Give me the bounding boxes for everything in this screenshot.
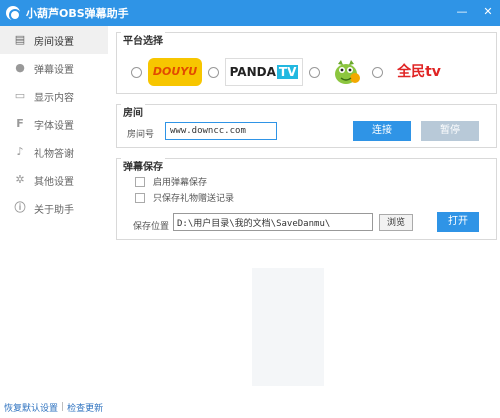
platform-option-douyu[interactable]: DOUYU (131, 58, 202, 86)
danmu-save-group: 弹幕保存 启用弹幕保存 只保存礼物赠送记录 保存位置 D:\用户目录\我的文档\… (116, 158, 497, 240)
info-icon: ⓘ (14, 201, 26, 214)
connect-button[interactable]: 连接 (353, 121, 411, 141)
title-bar: 小葫芦OBS弹幕助手 — ✕ (0, 0, 500, 26)
sidebar-item-gift-thanks[interactable]: ♪ 礼物答谢 (0, 138, 108, 166)
sidebar-item-font-settings[interactable]: F 字体设置 (0, 110, 108, 138)
sidebar-item-other-settings[interactable]: ✲ 其他设置 (0, 166, 108, 194)
quanmin-radio[interactable] (372, 66, 383, 78)
restore-defaults-link[interactable]: 恢复默认设置 (4, 401, 58, 414)
sidebar-item-label: 显示内容 (34, 92, 74, 104)
sidebar-item-label: 房间设置 (34, 36, 74, 48)
panda-logo: PANDA TV (225, 58, 303, 86)
browse-button[interactable]: 浏览 (379, 214, 413, 231)
footer-bar: 恢复默认设置 | 检查更新 (0, 396, 500, 418)
footer-separator: | (61, 402, 65, 412)
open-button[interactable]: 打开 (437, 212, 479, 232)
minimize-button[interactable]: — (456, 6, 468, 18)
sidebar-item-label: 关于助手 (34, 204, 74, 216)
sidebar-item-room-settings[interactable]: ▤ 房间设置 (0, 26, 108, 54)
quanmin-logo: 全民tv (397, 64, 441, 80)
platform-option-quanmin[interactable]: 全民tv (372, 58, 449, 86)
room-number-label: 房间号 (127, 130, 155, 140)
save-path-label: 保存位置 (133, 222, 170, 232)
platform-group-title: 平台选择 (121, 32, 165, 47)
gift-only-option[interactable]: 只保存礼物赠送记录 (135, 191, 234, 204)
pause-button[interactable]: 暂停 (421, 121, 479, 141)
sidebar-item-danmu-settings[interactable]: ● 弹幕设置 (0, 54, 108, 82)
font-icon: F (16, 117, 24, 130)
window-title: 小葫芦OBS弹幕助手 (26, 7, 129, 20)
enable-save-option[interactable]: 启用弹幕保存 (135, 175, 207, 188)
platform-group: 平台选择 DOUYU PANDA TV 全民tv (116, 32, 497, 94)
sidebar-item-label: 礼物答谢 (34, 148, 74, 160)
room-group-title: 房间 (121, 104, 145, 119)
check-update-link[interactable]: 检查更新 (67, 401, 103, 414)
background-watermark (252, 268, 324, 386)
room-group: 房间 房间号 www.downcc.com 连接 暂停 (116, 104, 497, 148)
gift-only-checkbox[interactable] (135, 192, 145, 203)
room-number-input[interactable]: www.downcc.com (165, 122, 277, 140)
sidebar-nav: ▤ 房间设置 ● 弹幕设置 ▭ 显示内容 F 字体设置 ♪ 礼物答谢 ✲ 其他设… (0, 26, 108, 396)
chat-bubble-icon: ● (15, 61, 25, 74)
danmu-save-group-title: 弹幕保存 (121, 158, 165, 173)
sidebar-item-about[interactable]: ⓘ 关于助手 (0, 194, 108, 222)
app-logo-icon (6, 6, 21, 21)
douyu-radio[interactable] (131, 66, 142, 78)
panda-radio[interactable] (208, 66, 219, 78)
building-icon: ▤ (14, 33, 26, 46)
enable-save-label: 启用弹幕保存 (153, 178, 208, 188)
enable-save-checkbox[interactable] (135, 176, 145, 187)
monitor-icon: ▭ (14, 89, 26, 102)
gift-icon: ♪ (16, 145, 24, 158)
sidebar-item-label: 弹幕设置 (34, 64, 74, 76)
sidebar-item-label: 字体设置 (34, 120, 74, 132)
longzhu-radio[interactable] (309, 66, 320, 78)
close-button[interactable]: ✕ (482, 6, 494, 18)
gear-icon: ✲ (15, 173, 25, 186)
platform-option-panda[interactable]: PANDA TV (208, 58, 303, 86)
platform-option-longzhu[interactable] (309, 57, 366, 87)
sidebar-item-label: 其他设置 (34, 176, 74, 188)
gift-only-label: 只保存礼物赠送记录 (153, 194, 235, 204)
sidebar-item-display-content[interactable]: ▭ 显示内容 (0, 82, 108, 110)
douyu-logo: DOUYU (148, 58, 202, 86)
save-path-input[interactable]: D:\用户目录\我的文档\SaveDanmu\ (173, 213, 373, 231)
longzhu-dragon-logo (326, 57, 366, 87)
settings-panel: 平台选择 DOUYU PANDA TV 全民tv 房间 房间号 www.down… (116, 32, 497, 240)
